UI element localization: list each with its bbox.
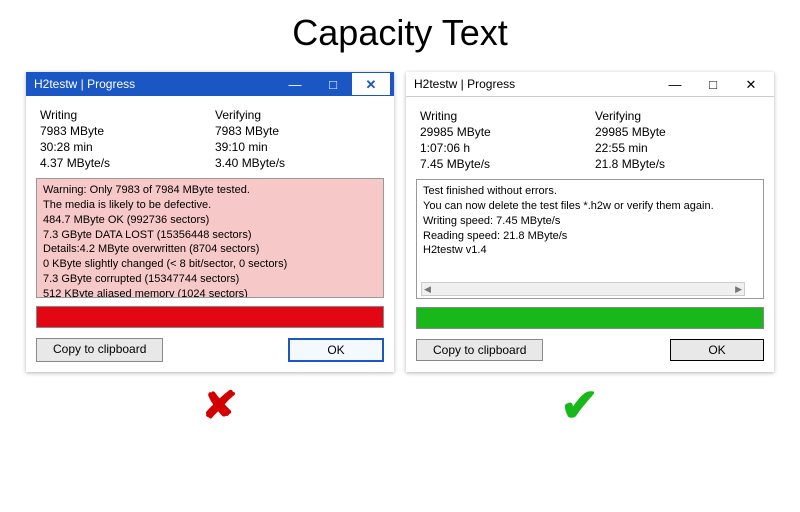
verifying-amount: 7983 MByte [215, 124, 380, 138]
log-line: The media is likely to be defective. [43, 198, 377, 213]
result-marks: ✘ ✔ [0, 378, 800, 432]
fail-mark-icon: ✘ [201, 383, 238, 426]
maximize-icon[interactable]: □ [694, 73, 732, 95]
window-content: Writing 7983 MByte 30:28 min 4.37 MByte/… [26, 96, 394, 372]
verifying-label: Verifying [595, 109, 760, 123]
pass-mark-icon: ✔ [560, 378, 599, 432]
verifying-time: 22:55 min [595, 141, 760, 155]
button-row: Copy to clipboard OK [36, 338, 384, 362]
scrollbar-horizontal[interactable]: ◀ ▶ [421, 282, 745, 296]
ok-button[interactable]: OK [670, 339, 764, 361]
window-controls: — □ ✕ [656, 73, 770, 95]
verifying-column: Verifying 7983 MByte 39:10 min 3.40 MByt… [215, 108, 380, 170]
verifying-speed: 3.40 MByte/s [215, 156, 380, 170]
window-pass: H2testw | Progress — □ ✕ Writing 29985 M… [406, 72, 774, 372]
log-line: 7.3 GByte DATA LOST (15356448 sectors) [43, 228, 377, 243]
minimize-icon[interactable]: — [276, 73, 314, 95]
log-output: Warning: Only 7983 of 7984 MByte tested.… [36, 178, 384, 298]
log-line: Warning: Only 7983 of 7984 MByte tested. [43, 183, 377, 198]
button-row: Copy to clipboard OK [416, 339, 764, 361]
stats-panel: Writing 7983 MByte 30:28 min 4.37 MByte/… [36, 104, 384, 178]
windows-container: H2testw | Progress — □ ✕ Writing 7983 MB… [0, 72, 800, 372]
log-line: 7.3 GByte corrupted (15347744 sectors) [43, 272, 377, 287]
window-title: H2testw | Progress [414, 77, 656, 91]
writing-label: Writing [40, 108, 205, 122]
writing-time: 1:07:06 h [420, 141, 585, 155]
window-controls: — □ ✕ [276, 73, 390, 95]
scroll-left-icon[interactable]: ◀ [424, 283, 431, 295]
writing-speed: 7.45 MByte/s [420, 157, 585, 171]
titlebar: H2testw | Progress — □ ✕ [26, 72, 394, 96]
writing-amount: 29985 MByte [420, 125, 585, 139]
log-line: Writing speed: 7.45 MByte/s [423, 214, 757, 229]
stats-panel: Writing 29985 MByte 1:07:06 h 7.45 MByte… [416, 105, 764, 179]
window-title: H2testw | Progress [34, 77, 276, 91]
maximize-icon[interactable]: □ [314, 73, 352, 95]
window-content: Writing 29985 MByte 1:07:06 h 7.45 MByte… [406, 97, 774, 371]
writing-amount: 7983 MByte [40, 124, 205, 138]
log-line: 484.7 MByte OK (992736 sectors) [43, 213, 377, 228]
progress-bar [416, 307, 764, 329]
log-line: You can now delete the test files *.h2w … [423, 199, 757, 214]
minimize-icon[interactable]: — [656, 73, 694, 95]
log-line: Reading speed: 21.8 MByte/s [423, 229, 757, 244]
window-fail: H2testw | Progress — □ ✕ Writing 7983 MB… [26, 72, 394, 372]
writing-column: Writing 7983 MByte 30:28 min 4.37 MByte/… [40, 108, 205, 170]
writing-time: 30:28 min [40, 140, 205, 154]
verifying-time: 39:10 min [215, 140, 380, 154]
close-icon[interactable]: ✕ [732, 73, 770, 95]
writing-column: Writing 29985 MByte 1:07:06 h 7.45 MByte… [420, 109, 585, 171]
writing-label: Writing [420, 109, 585, 123]
log-output: Test finished without errors. You can no… [416, 179, 764, 299]
verifying-amount: 29985 MByte [595, 125, 760, 139]
close-icon[interactable]: ✕ [352, 73, 390, 95]
scroll-right-icon[interactable]: ▶ [735, 283, 742, 295]
page-title: Capacity Text [0, 12, 800, 54]
ok-button[interactable]: OK [288, 338, 384, 362]
verifying-speed: 21.8 MByte/s [595, 157, 760, 171]
verifying-label: Verifying [215, 108, 380, 122]
log-line: 512 KByte aliased memory (1024 sectors) [43, 287, 377, 298]
copy-to-clipboard-button[interactable]: Copy to clipboard [416, 339, 543, 361]
verifying-column: Verifying 29985 MByte 22:55 min 21.8 MBy… [595, 109, 760, 171]
log-line: Test finished without errors. [423, 184, 757, 199]
progress-bar [36, 306, 384, 328]
copy-to-clipboard-button[interactable]: Copy to clipboard [36, 338, 163, 362]
log-line: Details:4.2 MByte overwritten (8704 sect… [43, 242, 377, 257]
titlebar: H2testw | Progress — □ ✕ [406, 72, 774, 97]
log-line: H2testw v1.4 [423, 243, 757, 258]
writing-speed: 4.37 MByte/s [40, 156, 205, 170]
log-line: 0 KByte slightly changed (< 8 bit/sector… [43, 257, 377, 272]
